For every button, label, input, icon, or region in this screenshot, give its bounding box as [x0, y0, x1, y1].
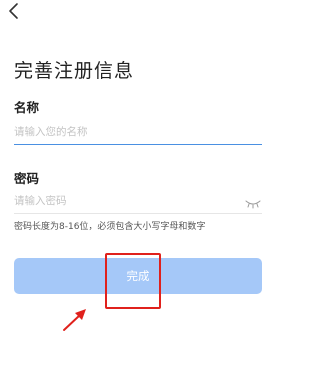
annotation-arrow-icon: [63, 309, 86, 331]
password-input[interactable]: [14, 191, 240, 211]
password-label: 密码: [14, 171, 40, 186]
password-input-underline: [14, 213, 262, 214]
submit-button-label: 完成: [126, 269, 150, 283]
page-title: 完善注册信息: [14, 60, 135, 82]
back-button[interactable]: [6, 2, 24, 20]
name-input-underline: [14, 144, 262, 145]
name-input[interactable]: [14, 122, 262, 142]
chevron-left-icon: [9, 3, 18, 19]
name-label: 名称: [14, 100, 40, 115]
password-visibility-toggle[interactable]: [245, 194, 261, 209]
registration-screen: 完善注册信息 名称 密码 密码长度为8-16位，必须包含大小写字母和数字 完成: [0, 0, 270, 367]
eye-closed-icon: [245, 200, 261, 209]
password-hint: 密码长度为8-16位，必须包含大小写字母和数字: [14, 222, 206, 232]
submit-button[interactable]: 完成: [14, 258, 262, 294]
